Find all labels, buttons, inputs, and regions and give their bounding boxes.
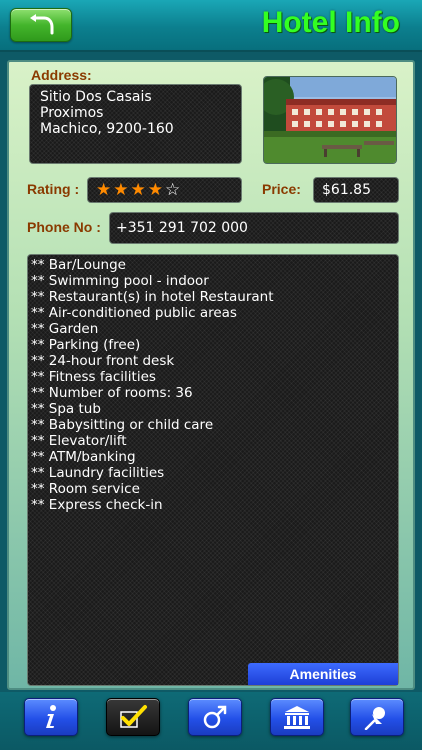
rating-stars: ★★★★☆ (96, 179, 233, 201)
back-arrow-icon (30, 14, 54, 35)
amenity-item: ** Garden (31, 321, 99, 337)
male-symbol-icon (203, 705, 227, 729)
star-filled-icon: ★ (147, 180, 165, 200)
price-label: Price: (262, 181, 301, 197)
hotel-info-panel: Address: Sitio Dos Casais Proximos Machi… (7, 60, 415, 690)
hotel-photo (263, 76, 397, 164)
rating-box: ★★★★☆ (87, 177, 242, 203)
amenity-item: ** Swimming pool - indoor (31, 273, 209, 289)
address-line-3: Machico, 9200-160 (40, 121, 174, 137)
amenities-button[interactable] (106, 698, 160, 736)
amenities-tab[interactable]: Amenities (248, 663, 398, 685)
address-line-1: Sitio Dos Casais (40, 89, 152, 105)
address-label: Address: (31, 67, 92, 83)
star-filled-icon: ★ (130, 180, 148, 200)
amenity-item: ** Bar/Lounge (31, 257, 126, 273)
amenity-item: ** Air-conditioned public areas (31, 305, 237, 321)
amenity-item: ** Number of rooms: 36 (31, 385, 193, 401)
star-filled-icon: ★ (113, 180, 131, 200)
amenity-item: ** ATM/banking (31, 449, 136, 465)
star-empty-icon: ☆ (165, 180, 183, 200)
amenity-item: ** 24-hour front desk (31, 353, 175, 369)
amenity-item: ** Spa tub (31, 401, 101, 417)
info-icon (46, 705, 56, 728)
pushpin-icon (364, 707, 385, 730)
amenity-item: ** Fitness facilities (31, 369, 156, 385)
bank-button[interactable] (270, 698, 324, 736)
address-line-2: Proximos (40, 105, 104, 121)
amenity-item: ** Parking (free) (31, 337, 141, 353)
back-button[interactable] (10, 8, 72, 42)
amenity-item: ** Restaurant(s) in hotel Restaurant (31, 289, 274, 305)
amenity-item: ** Room service (31, 481, 140, 497)
info-button[interactable] (24, 698, 78, 736)
header-bar: Hotel Info (0, 0, 422, 52)
price-box: $61.85 (313, 177, 399, 203)
amenity-item: ** Babysitting or child care (31, 417, 214, 433)
phone-label: Phone No : (27, 219, 101, 235)
amenity-item: ** Express check-in (31, 497, 163, 513)
bottom-toolbar (0, 692, 422, 750)
amenities-list[interactable]: ** Bar/Lounge ** Swimming pool - indoor **… (27, 254, 399, 686)
amenity-item: ** Elevator/lift (31, 433, 127, 449)
phone-number[interactable]: +351 291 702 000 (109, 212, 399, 244)
amenity-item: ** Laundry facilities (31, 465, 165, 481)
map-pin-button[interactable] (350, 698, 404, 736)
checkmark-icon (120, 705, 147, 728)
rating-label: Rating : (27, 181, 80, 197)
gender-button[interactable] (188, 698, 242, 736)
star-filled-icon: ★ (96, 180, 114, 200)
address-box: Sitio Dos Casais Proximos Machico, 9200-… (29, 84, 242, 164)
page-title: Hotel Info (261, 6, 400, 39)
bank-icon (284, 706, 310, 729)
